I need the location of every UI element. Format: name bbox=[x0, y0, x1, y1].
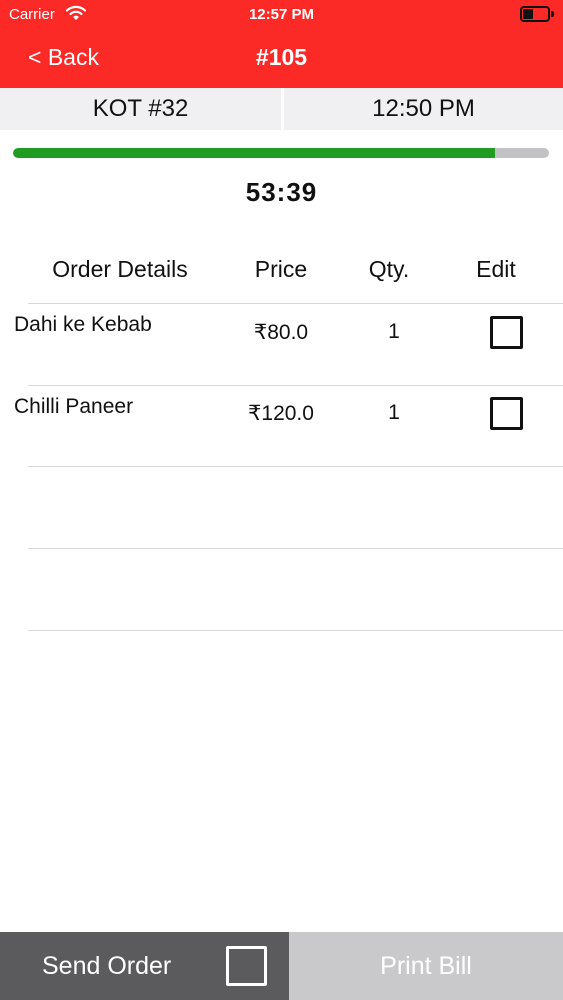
item-qty: 1 bbox=[388, 401, 400, 424]
row-divider bbox=[28, 466, 563, 467]
header-price: Price bbox=[254, 256, 308, 282]
kot-time: 12:50 PM bbox=[372, 95, 475, 122]
item-name: Dahi ke Kebab bbox=[14, 313, 152, 336]
status-bar: Carrier 12:57 PM bbox=[0, 0, 563, 30]
header-edit: Edit bbox=[476, 256, 516, 282]
send-order-button[interactable]: Send Order bbox=[42, 952, 171, 981]
row-divider bbox=[28, 385, 563, 386]
item-qty: 1 bbox=[388, 320, 400, 343]
item-name: Chilli Paneer bbox=[14, 395, 134, 418]
row-divider bbox=[28, 548, 563, 549]
print-bill-button[interactable]: Print Bill bbox=[289, 952, 563, 981]
kot-info-bar: KOT #32 12:50 PM bbox=[0, 88, 563, 130]
edit-checkbox[interactable] bbox=[490, 316, 523, 349]
order-progress-fill bbox=[13, 148, 496, 158]
kot-number: KOT #32 bbox=[92, 95, 189, 122]
row-divider bbox=[28, 303, 563, 304]
elapsed-timer: 53:39 bbox=[245, 177, 318, 207]
item-price: ₹120.0 bbox=[248, 402, 314, 425]
battery-icon bbox=[520, 6, 554, 22]
order-progress-bar bbox=[13, 148, 549, 158]
row-divider bbox=[28, 630, 563, 631]
header: Carrier 12:57 PM < Back #105 bbox=[0, 0, 563, 88]
header-order-details: Order Details bbox=[52, 256, 188, 282]
navigation-bar: < Back #105 bbox=[0, 30, 563, 88]
header-qty: Qty. bbox=[368, 256, 410, 282]
status-time: 12:57 PM bbox=[248, 6, 315, 23]
send-order-bar: Send Order bbox=[0, 932, 289, 1000]
send-order-checkbox[interactable] bbox=[226, 946, 267, 986]
item-price: ₹80.0 bbox=[253, 321, 309, 344]
print-bill-bar: Print Bill bbox=[289, 932, 563, 1000]
edit-checkbox[interactable] bbox=[490, 397, 523, 430]
action-footer: Send Order Print Bill bbox=[0, 932, 563, 1000]
back-button[interactable]: < Back bbox=[28, 44, 99, 71]
